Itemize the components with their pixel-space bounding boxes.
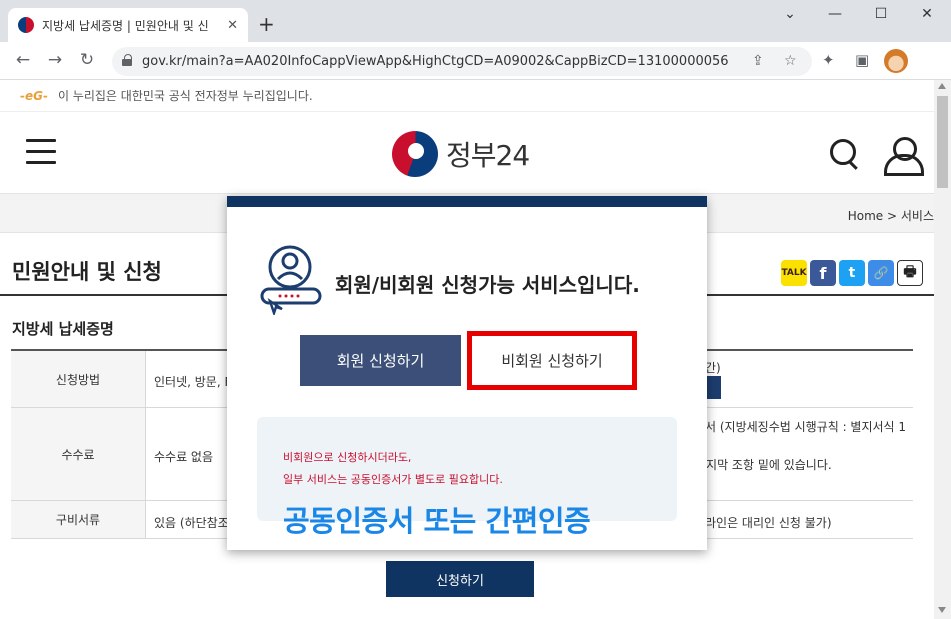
taegeuk-emblem-icon xyxy=(392,131,438,177)
minimize-icon[interactable]: — xyxy=(820,6,850,22)
notice-line-2: 일부 서비스는 공동인증서가 별도로 필요합니다. xyxy=(283,473,503,486)
official-gov-banner: -eG- 이 누리집은 대한민국 공식 전자정부 누리집입니다. xyxy=(0,80,934,112)
tab-title: 지방세 납세증명 | 민원안내 및 신 xyxy=(42,18,209,33)
profile-avatar[interactable] xyxy=(884,49,908,73)
menu-hamburger-icon[interactable] xyxy=(26,139,56,165)
apply-button[interactable]: 신청하기 xyxy=(386,561,534,597)
back-arrow-icon[interactable]: ← xyxy=(12,50,34,70)
scrollbar-thumb[interactable] xyxy=(937,96,948,188)
search-icon[interactable] xyxy=(830,139,860,169)
row-value: 인터넷, 방문, FA xyxy=(154,375,239,389)
side-panel-icon[interactable]: ▣ xyxy=(855,51,869,69)
copy-link-icon[interactable]: 🔗 xyxy=(868,260,894,286)
facebook-share-icon[interactable]: f xyxy=(810,260,836,286)
row-value-right: 간) xyxy=(705,361,721,375)
egov-mark-icon: -eG- xyxy=(20,88,48,103)
logo-text: 정부24 xyxy=(446,139,530,172)
partial-button-edge[interactable] xyxy=(706,376,721,399)
member-certificate-icon xyxy=(260,245,322,315)
row-header: 수수료 xyxy=(11,408,146,500)
page-title: 민원안내 및 신청 xyxy=(12,260,162,284)
page-scrollbar[interactable] xyxy=(934,80,951,619)
browser-tab[interactable]: 지방세 납세증명 | 민원안내 및 신 ✕ xyxy=(8,8,248,42)
reload-icon[interactable]: ↻ xyxy=(76,50,98,70)
scroll-up-icon[interactable] xyxy=(938,83,946,89)
member-apply-button[interactable]: 회원 신청하기 xyxy=(300,335,461,386)
extensions-puzzle-icon[interactable]: ✦ xyxy=(822,51,835,69)
annotation-caption: 공동인증서 또는 간편인증 xyxy=(283,504,591,538)
tab-close-icon[interactable]: ✕ xyxy=(227,18,238,33)
forward-arrow-icon[interactable]: → xyxy=(44,50,66,70)
row-value-right: 서 (지방세징수법 시행규칙 : 별지서식 1 xyxy=(705,420,907,434)
service-name: 지방세 납세증명 xyxy=(12,320,114,338)
print-icon[interactable]: 🖶 xyxy=(897,260,923,286)
address-bar[interactable]: gov.kr/main?a=AA020InfoCappViewApp&HighC… xyxy=(112,47,812,76)
row-value-right-2: 마지막 조항 밑에 있습니다. xyxy=(695,458,832,472)
maximize-icon[interactable]: ☐ xyxy=(866,6,896,22)
gov24-logo[interactable]: 정부24 xyxy=(392,131,530,177)
bookmark-star-icon[interactable]: ☆ xyxy=(784,53,797,69)
scroll-down-icon[interactable] xyxy=(938,607,946,613)
window-close-icon[interactable]: ✕ xyxy=(912,6,942,22)
url-text: gov.kr/main?a=AA020InfoCappViewApp&HighC… xyxy=(142,54,729,69)
twitter-share-icon[interactable]: t xyxy=(839,260,865,286)
gov24-favicon-icon xyxy=(18,17,34,33)
row-value: 수수료 없음 xyxy=(154,450,214,464)
row-header: 구비서류 xyxy=(11,501,146,538)
kakaotalk-share-icon[interactable]: TALK xyxy=(781,260,807,286)
share-page-icon[interactable]: ⇪ xyxy=(752,53,764,69)
site-header: 정부24 xyxy=(0,113,934,193)
user-login-icon[interactable] xyxy=(883,137,924,176)
guest-apply-button[interactable]: 비회원 신청하기 xyxy=(467,331,637,390)
browser-titlebar: 지방세 납세증명 | 민원안내 및 신 ✕ + ⌄ — ☐ ✕ xyxy=(0,0,951,42)
row-value: 있음 (하단참조) xyxy=(154,516,234,530)
lock-icon[interactable] xyxy=(122,54,132,66)
modal-heading: 회원/비회원 신청가능 서비스입니다. xyxy=(335,273,640,297)
browser-toolbar: ← → ↻ gov.kr/main?a=AA020InfoCappViewApp… xyxy=(0,42,951,80)
notice-line-1: 비회원으로 신청하시더라도, xyxy=(283,451,412,464)
share-toolbar: TALK f t 🔗 🖶 xyxy=(781,260,923,286)
row-header: 신청방법 xyxy=(11,351,146,407)
breadcrumb[interactable]: Home > 서비스 xyxy=(848,207,934,224)
apply-type-modal: 회원/비회원 신청가능 서비스입니다. 회원 신청하기 비회원 신청하기 비회원… xyxy=(227,196,707,550)
tab-search-chevron-icon[interactable]: ⌄ xyxy=(775,6,805,22)
new-tab-button[interactable]: + xyxy=(258,12,275,36)
row-value-right: 라인은 대리인 신청 불가) xyxy=(705,516,832,530)
official-site-notice: 이 누리집은 대한민국 공식 전자정부 누리집입니다. xyxy=(57,89,313,103)
